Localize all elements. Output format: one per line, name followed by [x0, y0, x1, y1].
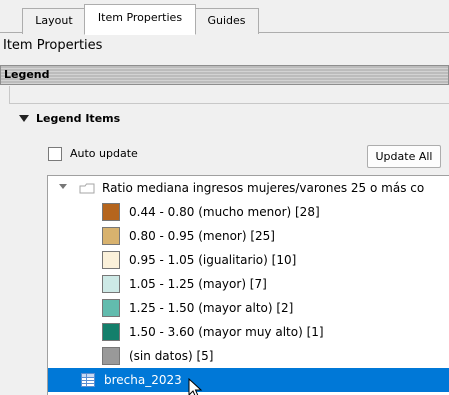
legend-class-label: 1.25 - 1.50 (mayor alto) [2]: [129, 301, 294, 315]
legend-tree-view[interactable]: Ratio mediana ingresos mujeres/varones 2…: [47, 175, 449, 395]
color-swatch: [102, 251, 120, 269]
legend-class-label: 0.44 - 0.80 (mucho menor) [28]: [129, 205, 320, 219]
update-all-button[interactable]: Update All: [367, 145, 441, 168]
legend-class-row[interactable]: 0.44 - 0.80 (mucho menor) [28]: [48, 200, 449, 224]
tab-item-properties[interactable]: Item Properties: [84, 4, 196, 35]
legend-items-group-header[interactable]: Legend Items: [19, 111, 120, 127]
legend-class-label: 1.05 - 1.25 (mayor) [7]: [129, 277, 267, 291]
mouse-cursor-icon: [188, 378, 203, 395]
expand-chevron-icon[interactable]: [59, 184, 67, 189]
divider: [9, 103, 449, 104]
color-swatch: [102, 203, 120, 221]
legend-section-header[interactable]: Legend: [0, 65, 449, 85]
legend-class-label: (sin datos) [5]: [129, 349, 214, 363]
tree-table-row[interactable]: brecha_2023: [48, 368, 449, 395]
color-swatch: [102, 275, 120, 293]
legend-class-row[interactable]: 0.80 - 0.95 (menor) [25]: [48, 224, 449, 248]
legend-class-label: 1.50 - 3.60 (mayor muy alto) [1]: [129, 325, 324, 339]
legend-class-label: 0.95 - 1.05 (igualitario) [10]: [129, 253, 297, 267]
color-swatch: [102, 227, 120, 245]
legend-class-row[interactable]: 1.25 - 1.50 (mayor alto) [2]: [48, 296, 449, 320]
color-swatch: [102, 323, 120, 341]
panel-title: Item Properties: [3, 38, 103, 53]
divider: [9, 86, 10, 104]
table-icon: [81, 373, 95, 387]
legend-class-row[interactable]: (sin datos) [5]: [48, 344, 449, 368]
legend-items-label: Legend Items: [36, 112, 121, 125]
layer-name: Ratio mediana ingresos mujeres/varones 2…: [102, 181, 425, 195]
tab-layout[interactable]: Layout: [22, 8, 86, 34]
tab-guides[interactable]: Guides: [194, 8, 259, 34]
legend-class-row[interactable]: 1.50 - 3.60 (mayor muy alto) [1]: [48, 320, 449, 344]
tree-layer-row[interactable]: Ratio mediana ingresos mujeres/varones 2…: [48, 176, 449, 200]
auto-update-label[interactable]: Auto update: [70, 147, 138, 161]
color-swatch: [102, 299, 120, 317]
table-name: brecha_2023: [104, 373, 182, 387]
collapse-triangle-icon[interactable]: [19, 114, 29, 122]
color-swatch: [102, 347, 120, 365]
legend-class-label: 0.80 - 0.95 (menor) [25]: [129, 229, 275, 243]
layer-group-icon: [79, 183, 95, 194]
legend-class-row[interactable]: 0.95 - 1.05 (igualitario) [10]: [48, 248, 449, 272]
legend-class-row[interactable]: 1.05 - 1.25 (mayor) [7]: [48, 272, 449, 296]
auto-update-checkbox[interactable]: [48, 147, 62, 161]
